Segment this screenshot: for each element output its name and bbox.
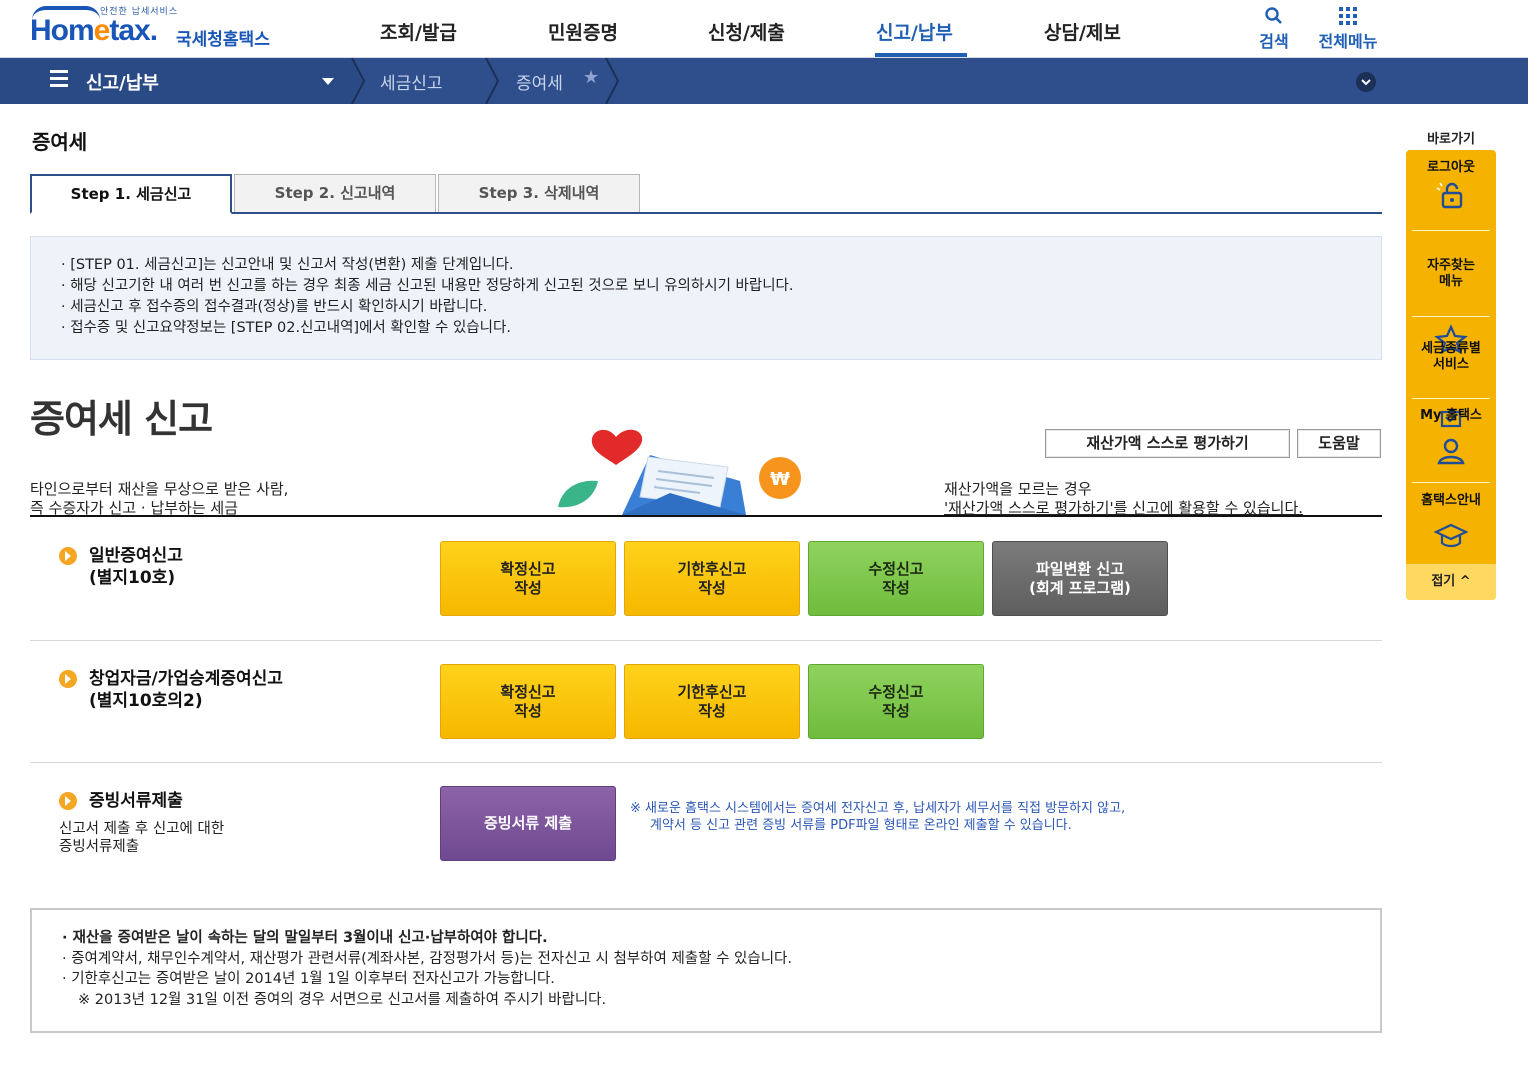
self-evaluate-asset-button[interactable]: 재산가액 스스로 평가하기 (1045, 429, 1290, 458)
section-divider (30, 640, 1382, 641)
unlock-icon (1434, 180, 1468, 210)
breadcrumb-separator-icon (485, 58, 500, 104)
gnb-civil-certificate[interactable]: 민원증명 (548, 18, 618, 45)
startup-regular-report-button[interactable]: 확정신고 작성 (440, 664, 616, 739)
general-amend-report-button[interactable]: 수정신고 작성 (808, 541, 984, 616)
help-button[interactable]: 도움말 (1297, 429, 1381, 458)
logo-subtitle: 국세청홈택스 (176, 30, 270, 50)
supporting-docs-label: 증빙서류제출 (89, 791, 183, 811)
quick-hometax-guide[interactable]: 홈택스안내 (1406, 493, 1496, 551)
filing-notes-box: 재산을 증여받은 날이 속하는 달의 말일부터 3월이내 신고·납부하여야 합니… (30, 908, 1382, 1033)
favorite-star-icon[interactable]: ★ (583, 67, 599, 88)
svg-text:₩: ₩ (770, 469, 790, 490)
info-line: 해당 신고기한 내 여러 번 신고를 하는 경우 최종 세금 신고된 내용만 정… (61, 276, 1351, 297)
gnb-report-payment[interactable]: 신고/납부 (876, 18, 953, 45)
grid-menu-icon (1312, 6, 1384, 28)
chevron-down-icon[interactable] (1356, 72, 1376, 92)
all-menu-label: 전체메뉴 (1318, 32, 1378, 51)
gnb-inquiry-issue[interactable]: 조회/발급 (380, 18, 457, 45)
search-button[interactable]: 검색 (1254, 6, 1294, 52)
startup-late-report-button[interactable]: 기한후신고 작성 (624, 664, 800, 739)
section-name: 신고/납부 (86, 73, 159, 94)
caret-down-icon (322, 78, 334, 85)
general-regular-report-button[interactable]: 확정신고 작성 (440, 541, 616, 616)
section-selector[interactable]: 신고/납부 (0, 58, 352, 104)
startup-amend-report-button[interactable]: 수정신고 작성 (808, 664, 984, 739)
submit-supporting-docs-button[interactable]: 증빙서류 제출 (440, 786, 616, 861)
quick-menu-divider (1412, 482, 1490, 483)
intro-divider (30, 515, 1382, 517)
hamburger-icon (50, 70, 68, 90)
bullet-arrow-icon (59, 547, 77, 565)
hometax-logo[interactable]: 안전한 납세서비스 Hometax. 국세청홈택스 (30, 4, 290, 52)
section-divider (30, 762, 1382, 763)
quick-menu-divider (1412, 230, 1490, 231)
star-icon (1434, 294, 1468, 355)
page-title: 증여세 (32, 130, 88, 154)
breadcrumb-separator-icon (605, 58, 620, 104)
gift-tax-description: 타인으로부터 재산을 무상으로 받은 사람, 즉 수증자가 신고 · 납부하는 … (30, 480, 289, 517)
user-icon (1434, 436, 1468, 466)
quick-my-hometax[interactable]: My 홈택스 (1406, 408, 1496, 466)
bullet-arrow-icon (59, 792, 77, 810)
asset-value-guide: 재산가액을 모르는 경우 '재산가액 스스로 평가하기'를 신고에 활용할 수 … (944, 480, 1304, 517)
note-line: 기한후신고는 증여받은 날이 2014년 1월 1일 이후부터 전자신고가 가능… (62, 969, 1350, 990)
info-line: 접수증 및 신고요약정보는 [STEP 02.신고내역]에서 확인할 수 있습니… (61, 318, 1351, 339)
location-navbar: 신고/납부 세금신고 증여세 ★ (0, 58, 1528, 104)
general-late-report-button[interactable]: 기한후신고 작성 (624, 541, 800, 616)
online-submit-notice: ※ 새로운 홈택스 시스템에서는 증여세 전자신고 후, 납세자가 세무서를 직… (630, 801, 1126, 833)
quick-menu-title: 바로가기 (1427, 132, 1475, 147)
gift-tax-report-title: 증여세 신고 (30, 397, 213, 441)
gnb-consult-report[interactable]: 상담/제보 (1044, 18, 1121, 45)
note-line: ※ 2013년 12월 31일 이전 증여의 경우 서면으로 신고서를 제출하여… (78, 991, 607, 1008)
startup-succession-report-label: 창업자금/가업승계증여신고 (별지10호의2) (89, 669, 283, 711)
gnb-active-underline (875, 53, 967, 57)
step-info-box: [STEP 01. 세금신고]는 신고안내 및 신고서 작성(변환) 제출 단계… (30, 236, 1382, 360)
breadcrumb-gift-tax[interactable]: 증여세 (516, 69, 563, 94)
bullet-arrow-icon (59, 670, 77, 688)
gnb-application-submit[interactable]: 신청/제출 (708, 18, 785, 45)
general-gift-report-label: 일반증여신고 (별지10호) (89, 546, 183, 588)
supporting-docs-description: 신고서 제출 후 신고에 대한 증빙서류제출 (59, 821, 225, 855)
quick-menu: 로그아웃 자주찾는 메뉴 세금종류별 서비스 My 홈택스 홈택스안내 접기 ^ (1406, 150, 1496, 600)
all-menu-button[interactable]: 전체메뉴 (1312, 6, 1384, 52)
graduation-cap-icon (1433, 521, 1469, 551)
gift-tax-illustration: ₩ (550, 415, 810, 515)
quick-logout[interactable]: 로그아웃 (1406, 160, 1496, 210)
note-line: 증여계약서, 채무인수계약서, 재산평가 관련서류(계좌사본, 감정평가서 등)… (62, 949, 1350, 970)
tab-step2-report-history[interactable]: Step 2. 신고내역 (234, 174, 436, 212)
quick-menu-divider (1412, 316, 1490, 317)
quick-menu-fold-button[interactable]: 접기 ^ (1406, 564, 1496, 600)
quick-menu-divider (1412, 398, 1490, 399)
search-label: 검색 (1259, 32, 1289, 51)
note-line: 재산을 증여받은 날이 속하는 달의 말일부터 3월이내 신고·납부하여야 합니… (62, 928, 1350, 949)
top-header: 안전한 납세서비스 Hometax. 국세청홈택스 조회/발급 민원증명 신청/… (0, 0, 1528, 58)
envelope-check-icon (1434, 377, 1468, 428)
breadcrumb-separator-icon (350, 58, 366, 104)
step-tabs: Step 1. 세금신고 Step 2. 신고내역 Step 3. 삭제내역 (30, 174, 1382, 214)
logo-wordmark: Hometax. (30, 14, 158, 47)
file-conversion-report-button[interactable]: 파일변환 신고 (회계 프로그램) (992, 541, 1168, 616)
tab-step1-tax-report[interactable]: Step 1. 세금신고 (30, 174, 232, 214)
info-line: [STEP 01. 세금신고]는 신고안내 및 신고서 작성(변환) 제출 단계… (61, 255, 1351, 276)
breadcrumb-tax-report[interactable]: 세금신고 (380, 69, 443, 94)
info-line: 세금신고 후 접수증의 접수결과(정상)를 반드시 확인하시기 바랍니다. (61, 297, 1351, 318)
tab-step3-deleted-history[interactable]: Step 3. 삭제내역 (438, 174, 640, 212)
search-icon (1254, 6, 1294, 28)
